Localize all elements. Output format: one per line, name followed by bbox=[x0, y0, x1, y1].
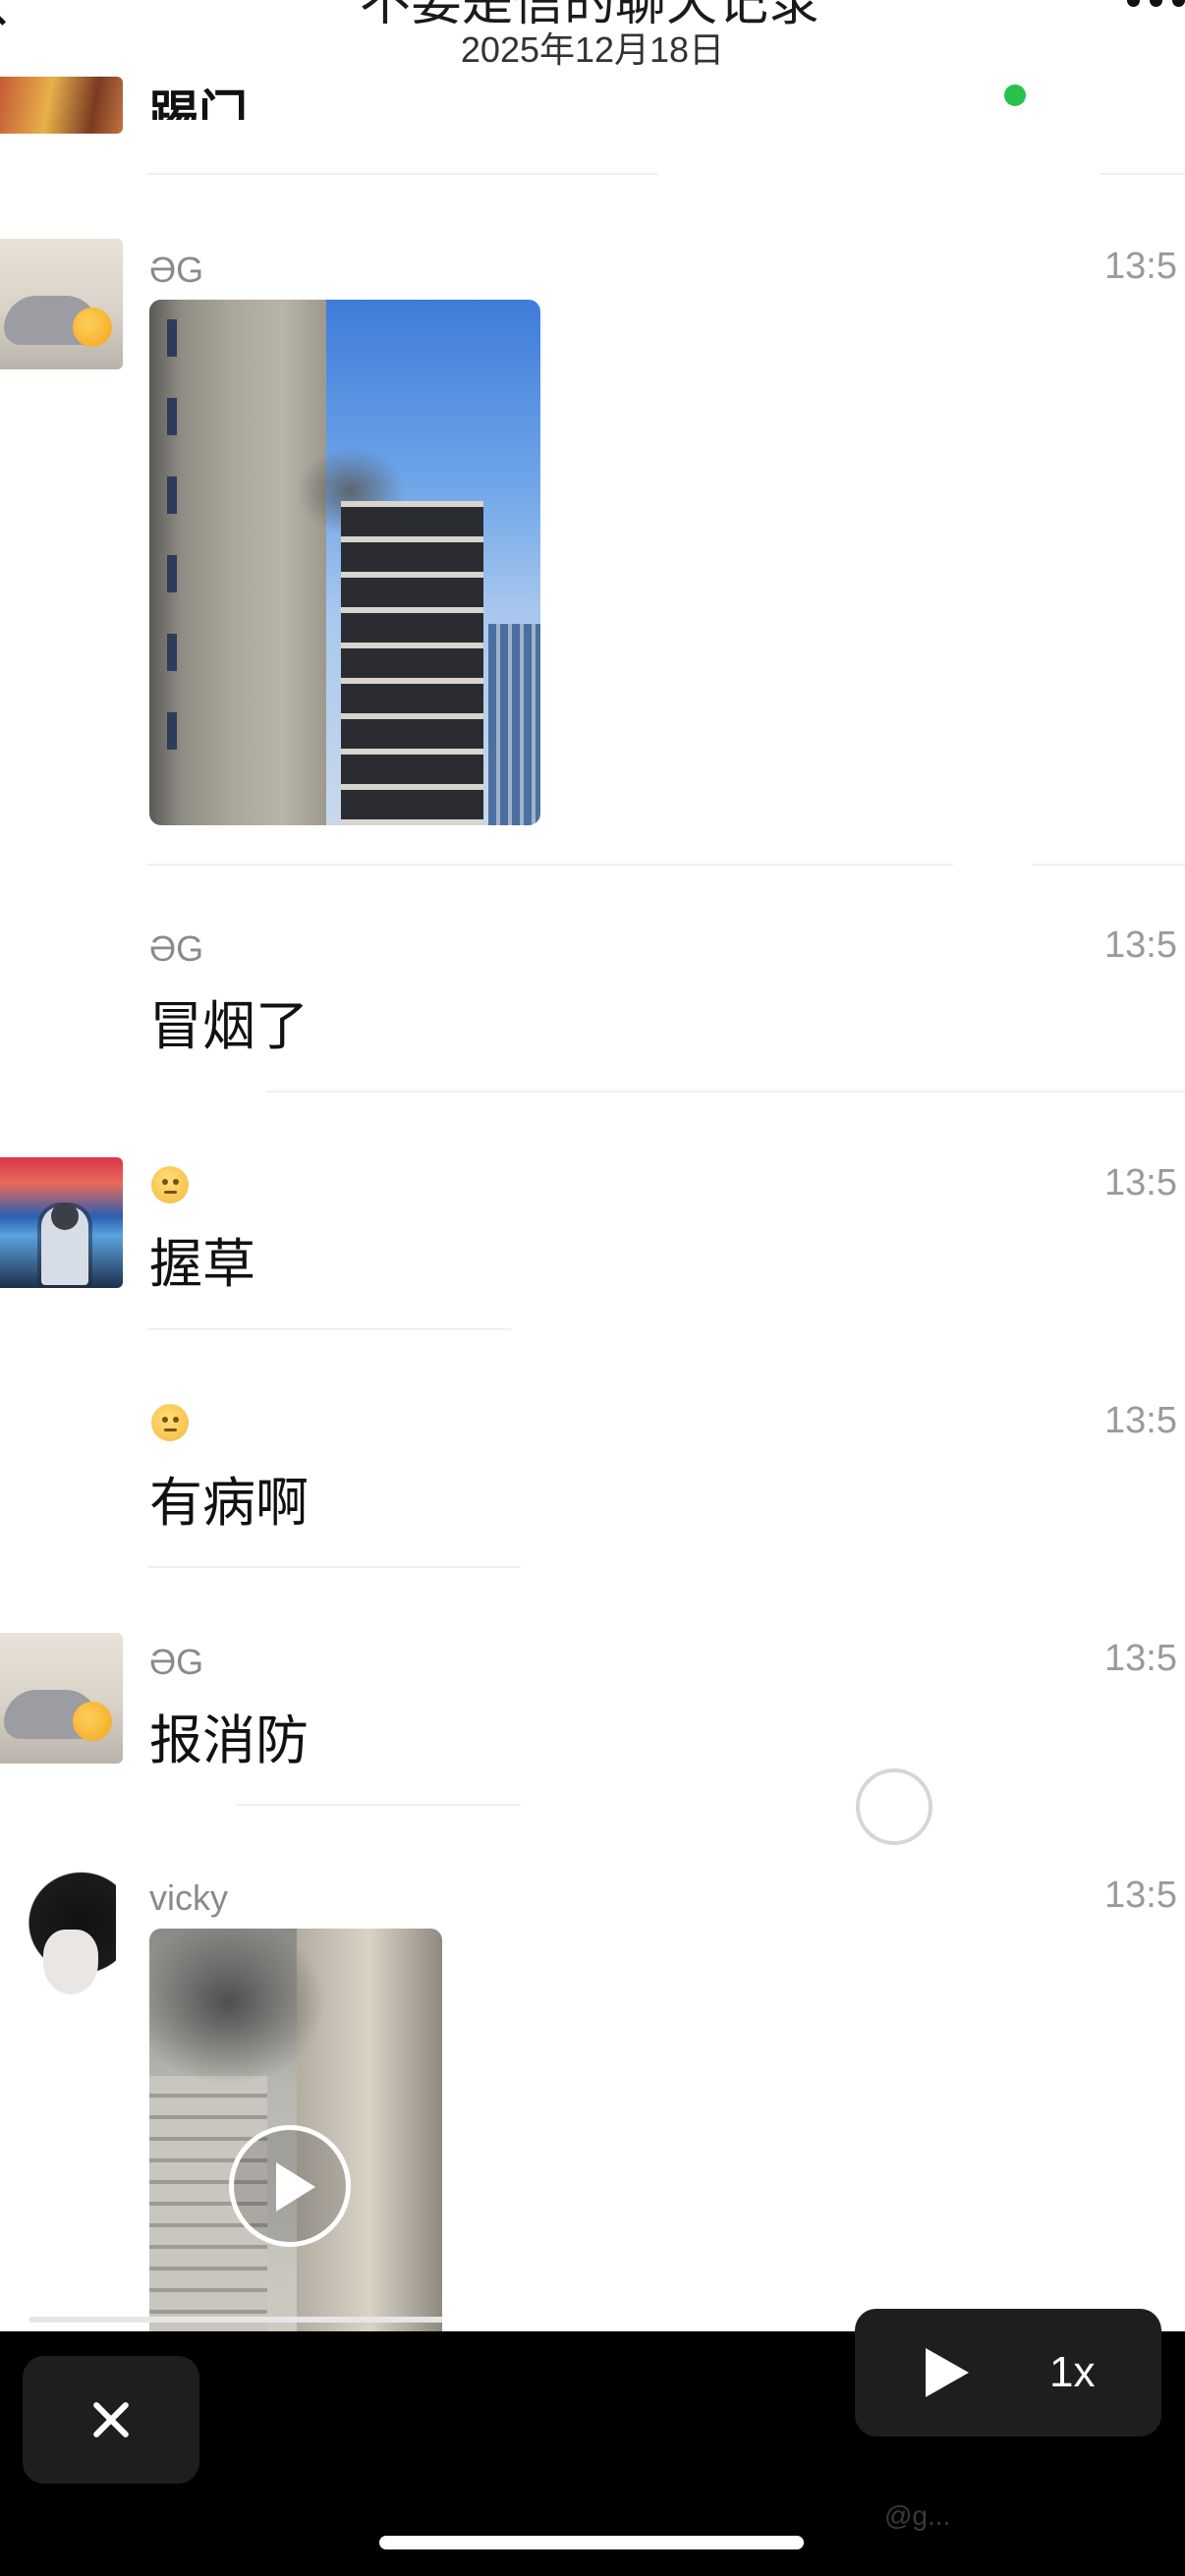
message-text: 握草 bbox=[149, 1233, 255, 1295]
message-text: 踢门 bbox=[149, 85, 248, 120]
message-time: 13:5 bbox=[1104, 924, 1177, 966]
more-options-icon[interactable] bbox=[1127, 0, 1185, 7]
image-message[interactable] bbox=[149, 300, 540, 825]
scroll-progress-track bbox=[29, 2317, 442, 2323]
play-speed-button[interactable]: 1x bbox=[855, 2309, 1161, 2436]
divider bbox=[147, 1328, 511, 1330]
message-time: 13:5 bbox=[1104, 246, 1177, 287]
history-date: 2025年12月18日 bbox=[460, 29, 725, 70]
message-text: 有病啊 bbox=[149, 1472, 309, 1534]
avatar[interactable] bbox=[0, 77, 123, 134]
chat-history-screen: 不要是信的聊天记录 2025年12月18日 踢门 ƏG 13:5 ƏG 13:5… bbox=[0, 0, 1185, 2576]
divider bbox=[147, 864, 953, 866]
avatar[interactable] bbox=[0, 239, 123, 369]
message-text: 冒烟了 bbox=[149, 995, 309, 1057]
message-time: 13:5 bbox=[1104, 1875, 1177, 1916]
sender-name: ƏG bbox=[149, 928, 204, 969]
avatar[interactable] bbox=[0, 1157, 123, 1288]
sender-name: ƏG bbox=[149, 250, 204, 290]
avatar[interactable] bbox=[0, 1871, 123, 2001]
message-time: 13:5 bbox=[1104, 1162, 1177, 1204]
divider bbox=[147, 1566, 521, 1568]
video-message[interactable] bbox=[149, 1929, 442, 2331]
play-icon[interactable] bbox=[926, 2348, 969, 2397]
emoji-face-icon bbox=[151, 1166, 189, 1204]
message-text: 报消防 bbox=[149, 1709, 309, 1771]
sender-name: vicky bbox=[149, 1877, 228, 1918]
home-indicator[interactable] bbox=[379, 2536, 804, 2549]
sender-name: ƏG bbox=[149, 1642, 204, 1682]
divider bbox=[147, 173, 658, 175]
loading-spinner-icon bbox=[856, 1768, 932, 1845]
watermark: @g... bbox=[884, 2500, 951, 2531]
message-time: 13:5 bbox=[1104, 1400, 1177, 1441]
emoji-face-icon bbox=[151, 1404, 189, 1441]
playback-speed[interactable]: 1x bbox=[1049, 2348, 1095, 2397]
avatar[interactable] bbox=[0, 1633, 123, 1764]
message-time: 13:5 bbox=[1104, 1638, 1177, 1679]
divider bbox=[1032, 864, 1185, 866]
status-dot-icon bbox=[1004, 84, 1026, 106]
close-button[interactable] bbox=[23, 2356, 199, 2484]
divider bbox=[236, 1804, 521, 1806]
divider bbox=[265, 1091, 1185, 1092]
divider bbox=[1100, 173, 1185, 175]
